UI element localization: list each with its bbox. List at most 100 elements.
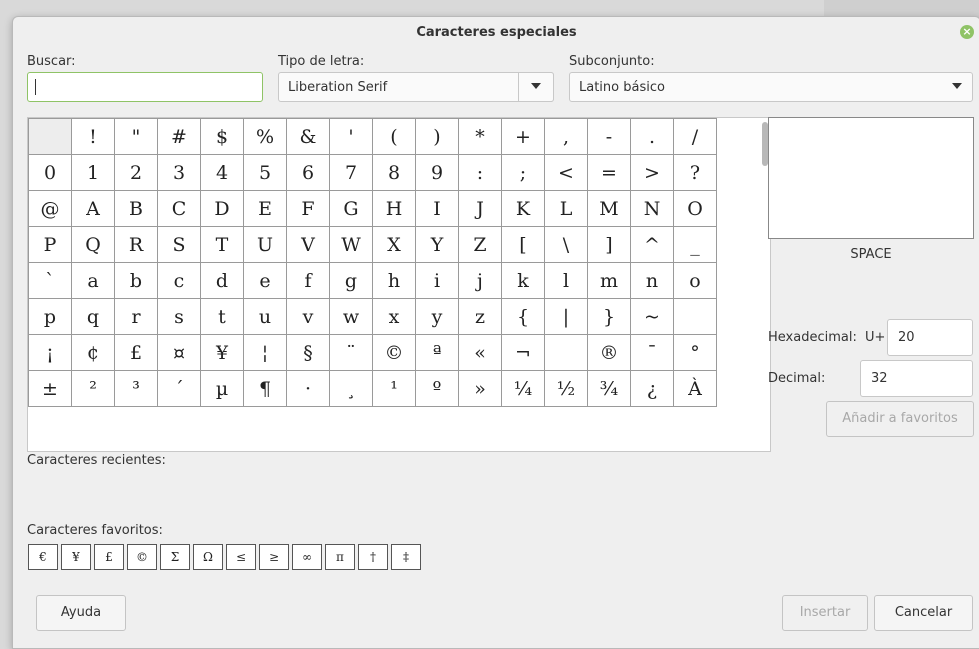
character-cell[interactable]: º — [415, 370, 459, 407]
character-cell[interactable]: D — [200, 190, 244, 227]
character-cell[interactable]: ¿ — [630, 370, 674, 407]
character-cell[interactable]: E — [243, 190, 287, 227]
character-cell[interactable]: P — [28, 226, 72, 263]
character-cell[interactable]: U — [243, 226, 287, 263]
character-cell[interactable]: K — [501, 190, 545, 227]
character-cell[interactable]: y — [415, 298, 459, 335]
character-cell[interactable]: { — [501, 298, 545, 335]
character-cell[interactable]: µ — [200, 370, 244, 407]
character-cell[interactable]: s — [157, 298, 201, 335]
character-cell[interactable]: p — [28, 298, 72, 335]
favorite-character[interactable]: ≤ — [226, 544, 256, 570]
character-cell[interactable]: # — [157, 118, 201, 155]
character-cell[interactable]: ´ — [157, 370, 201, 407]
help-button[interactable]: Ayuda — [36, 595, 126, 631]
character-cell[interactable] — [28, 118, 72, 155]
character-cell[interactable]: · — [286, 370, 330, 407]
character-cell[interactable]: À — [673, 370, 717, 407]
character-cell[interactable]: _ — [673, 226, 717, 263]
character-cell[interactable]: j — [458, 262, 502, 299]
favorite-character[interactable]: ¥ — [61, 544, 91, 570]
character-cell[interactable]: . — [630, 118, 674, 155]
character-cell[interactable]: B — [114, 190, 158, 227]
character-cell[interactable]: ° — [673, 334, 717, 371]
character-cell[interactable]: i — [415, 262, 459, 299]
character-cell[interactable]: ¸ — [329, 370, 373, 407]
character-cell[interactable]: ± — [28, 370, 72, 407]
character-cell[interactable]: ² — [71, 370, 115, 407]
character-cell[interactable]: : — [458, 154, 502, 191]
favorite-character[interactable]: € — [28, 544, 58, 570]
character-cell[interactable]: 4 — [200, 154, 244, 191]
character-cell[interactable]: w — [329, 298, 373, 335]
character-cell[interactable]: ^ — [630, 226, 674, 263]
character-cell[interactable]: Z — [458, 226, 502, 263]
favorite-character[interactable]: ∞ — [292, 544, 322, 570]
character-cell[interactable]: 1 — [71, 154, 115, 191]
character-cell[interactable]: » — [458, 370, 502, 407]
character-cell[interactable]: q — [71, 298, 115, 335]
character-cell[interactable]: * — [458, 118, 502, 155]
character-cell[interactable]: [ — [501, 226, 545, 263]
character-cell[interactable]: n — [630, 262, 674, 299]
character-cell[interactable]: F — [286, 190, 330, 227]
character-cell[interactable]: ¶ — [243, 370, 287, 407]
character-cell[interactable]: & — [286, 118, 330, 155]
character-cell[interactable]: ¯ — [630, 334, 674, 371]
insert-button[interactable]: Insertar — [782, 595, 868, 631]
character-cell[interactable]: 5 — [243, 154, 287, 191]
character-cell[interactable]: c — [157, 262, 201, 299]
character-cell[interactable]: @ — [28, 190, 72, 227]
subset-select[interactable]: Latino básico — [569, 72, 973, 102]
character-cell[interactable]: O — [673, 190, 717, 227]
favorite-character[interactable]: ‡ — [391, 544, 421, 570]
character-cell[interactable]: ( — [372, 118, 416, 155]
character-cell[interactable]: \ — [544, 226, 588, 263]
character-cell[interactable] — [544, 334, 588, 371]
character-cell[interactable]: f — [286, 262, 330, 299]
character-cell[interactable]: ® — [587, 334, 631, 371]
character-cell[interactable]: > — [630, 154, 674, 191]
character-cell[interactable]: 2 — [114, 154, 158, 191]
character-cell[interactable]: < — [544, 154, 588, 191]
character-cell[interactable]: T — [200, 226, 244, 263]
character-cell[interactable]: ¦ — [243, 334, 287, 371]
font-dropdown-button[interactable] — [518, 72, 554, 102]
character-cell[interactable]: S — [157, 226, 201, 263]
close-icon[interactable]: × — [960, 25, 974, 39]
favorite-character[interactable]: Σ — [160, 544, 190, 570]
character-cell[interactable]: ! — [71, 118, 115, 155]
character-cell[interactable]: V — [286, 226, 330, 263]
character-cell[interactable]: £ — [114, 334, 158, 371]
character-cell[interactable]: N — [630, 190, 674, 227]
character-cell[interactable]: ¡ — [28, 334, 72, 371]
favorite-character[interactable]: ≥ — [259, 544, 289, 570]
character-cell[interactable]: ½ — [544, 370, 588, 407]
character-cell[interactable]: v — [286, 298, 330, 335]
hex-input[interactable] — [887, 319, 973, 356]
favorite-character[interactable]: © — [127, 544, 157, 570]
character-cell[interactable]: d — [200, 262, 244, 299]
character-cell[interactable]: J — [458, 190, 502, 227]
character-cell[interactable]: } — [587, 298, 631, 335]
character-cell[interactable]: / — [673, 118, 717, 155]
add-favorite-button[interactable]: Añadir a favoritos — [826, 401, 974, 437]
favorite-character[interactable]: † — [358, 544, 388, 570]
character-cell[interactable]: = — [587, 154, 631, 191]
character-cell[interactable]: ~ — [630, 298, 674, 335]
character-cell[interactable]: k — [501, 262, 545, 299]
character-cell[interactable]: G — [329, 190, 373, 227]
character-cell[interactable]: , — [544, 118, 588, 155]
character-cell[interactable]: ] — [587, 226, 631, 263]
character-cell[interactable]: M — [587, 190, 631, 227]
character-cell[interactable]: 7 — [329, 154, 373, 191]
character-cell[interactable]: W — [329, 226, 373, 263]
character-cell[interactable]: ; — [501, 154, 545, 191]
cancel-button[interactable]: Cancelar — [874, 595, 973, 631]
character-cell[interactable]: t — [200, 298, 244, 335]
character-cell[interactable]: l — [544, 262, 588, 299]
character-cell[interactable]: © — [372, 334, 416, 371]
character-cell[interactable]: ¥ — [200, 334, 244, 371]
character-cell[interactable]: ª — [415, 334, 459, 371]
character-cell[interactable]: ¹ — [372, 370, 416, 407]
